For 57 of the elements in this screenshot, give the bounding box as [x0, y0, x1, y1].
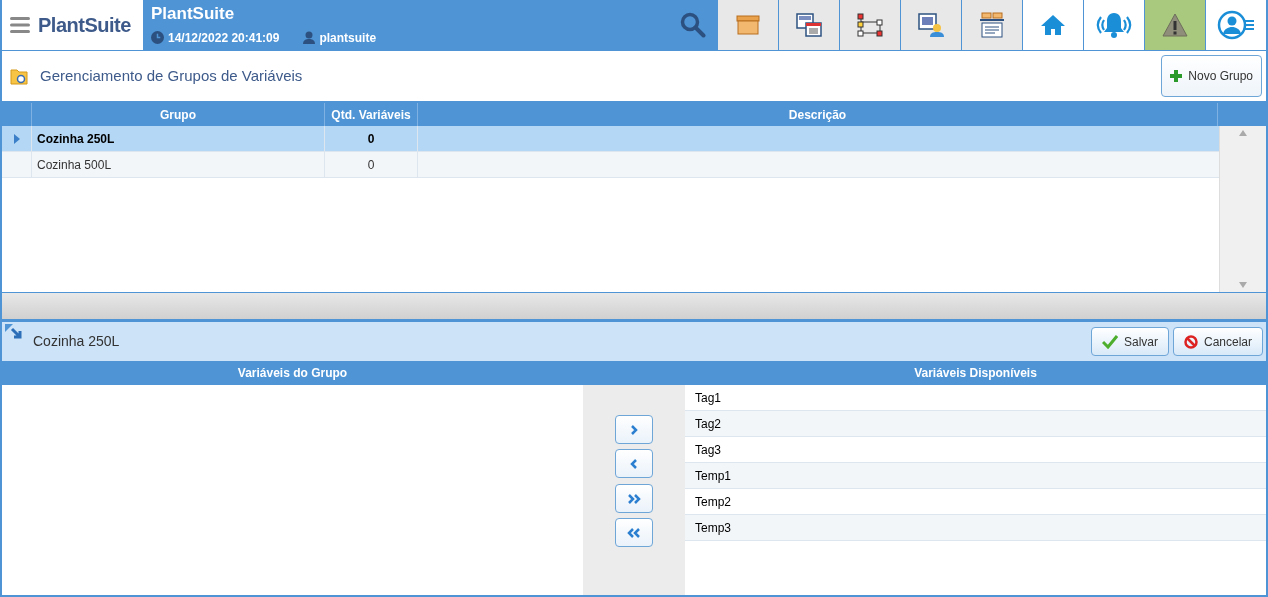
toolbar-button[interactable]: [901, 0, 962, 50]
user-icon: [303, 31, 316, 45]
box-icon: [736, 15, 760, 35]
row-pointer-icon: [13, 133, 20, 144]
app-title: PlantSuite: [151, 3, 236, 25]
home-icon: [1040, 14, 1066, 36]
toolbar-button[interactable]: [718, 0, 779, 50]
move-all-left-button[interactable]: [615, 518, 653, 547]
toolbar-button[interactable]: [962, 0, 1023, 50]
list-item[interactable]: Temp3: [685, 515, 1266, 541]
cancel-button[interactable]: Cancelar: [1172, 327, 1263, 356]
move-left-button[interactable]: [615, 449, 653, 478]
column-header: Variáveis Disponíveis: [914, 365, 1037, 382]
table-cell-text: Cozinha 500L: [37, 156, 112, 174]
splitter-bar[interactable]: [2, 292, 1266, 319]
bell-icon: [1095, 11, 1133, 39]
move-all-right-button[interactable]: [615, 484, 653, 513]
warning-button[interactable]: [1145, 0, 1206, 50]
chevron-right-icon: [630, 424, 638, 435]
datetime-text: 14/12/2022 20:41:09: [168, 29, 280, 47]
plus-icon: [1170, 70, 1183, 82]
column-header: Variáveis do Grupo: [237, 365, 348, 382]
checkmark-icon: [1101, 334, 1118, 349]
folder-gear-icon: [10, 67, 28, 85]
scroll-up-icon[interactable]: [1239, 130, 1247, 136]
table-row[interactable]: Cozinha 500L 0: [2, 152, 1219, 178]
scroll-down-icon[interactable]: [1239, 282, 1247, 288]
scrollbar[interactable]: [1219, 126, 1266, 292]
table-row[interactable]: Cozinha 250L 0: [2, 126, 1219, 152]
detail-title: Cozinha 250L: [33, 332, 120, 351]
save-button[interactable]: Salvar: [1090, 327, 1169, 356]
move-right-button[interactable]: [615, 415, 653, 444]
warning-icon: [1162, 13, 1188, 37]
app-logo: PlantSuite: [38, 13, 131, 38]
clock-icon: [151, 31, 164, 45]
user-name: plantsuite: [319, 29, 377, 47]
table-cell-text: Cozinha 250L: [37, 130, 115, 148]
double-chevron-left-icon: [627, 527, 641, 538]
table-cell-text: 0: [367, 130, 375, 148]
prohibited-icon: [1183, 334, 1198, 349]
menu-icon[interactable]: [10, 16, 30, 34]
page-title: Gerenciamento de Grupos de Variáveis: [40, 65, 303, 86]
toolbar-button[interactable]: [779, 0, 840, 50]
list-item[interactable]: Temp1: [685, 463, 1266, 489]
table-cell-text: 0: [367, 156, 375, 174]
toolbar-button[interactable]: [840, 0, 901, 50]
shelf-list-icon: [980, 12, 1004, 38]
corner-arrow-icon: [5, 324, 25, 342]
shape-nodes-icon: [857, 13, 883, 37]
grid-worker-icon: [918, 13, 944, 37]
double-chevron-right-icon: [627, 493, 641, 504]
list-item[interactable]: Tag2: [685, 411, 1266, 437]
user-profile-icon: [1217, 10, 1255, 40]
calendar-grid-icon: [796, 13, 822, 37]
chevron-left-icon: [630, 458, 638, 469]
search-icon[interactable]: [680, 12, 706, 38]
new-group-button[interactable]: Novo Grupo: [1161, 55, 1262, 97]
